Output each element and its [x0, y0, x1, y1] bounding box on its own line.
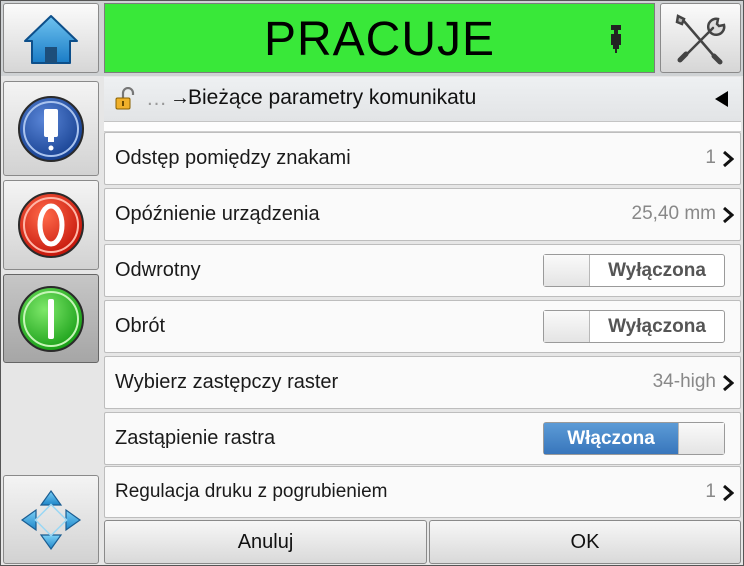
param-row-raster-override: Zastąpienie rastra Włączona — [104, 412, 741, 465]
param-value: 25,40 mm — [631, 203, 716, 224]
breadcrumb-ellipsis[interactable]: … — [146, 87, 167, 111]
breadcrumb-arrow: → — [170, 87, 190, 109]
param-row-alternate-raster[interactable]: Wybierz zastępczy raster 34-high — [104, 356, 741, 409]
ok-button[interactable]: OK — [429, 520, 741, 564]
toggle-knob — [544, 255, 590, 286]
scroll-strip — [104, 122, 741, 132]
inverse-toggle[interactable]: Wyłączona — [543, 254, 725, 287]
param-label: Regulacja druku z pogrubieniem — [115, 481, 388, 502]
param-row-character-spacing[interactable]: Odstęp pomiędzy znakami 1 — [104, 132, 741, 185]
top-bar: PRACUJE — [1, 1, 743, 76]
lock-icon — [115, 87, 135, 110]
breadcrumb: … → Bieżące parametry komunikatu — [104, 77, 741, 122]
stop-icon — [18, 192, 84, 258]
start-icon — [18, 285, 84, 352]
chevron-right-icon — [723, 484, 734, 502]
param-label: Opóźnienie urządzenia — [115, 203, 320, 225]
side-spacer — [3, 367, 99, 471]
param-label: Obrót — [115, 315, 166, 337]
tools-button[interactable] — [660, 3, 741, 73]
home-button[interactable] — [3, 3, 99, 73]
status-bar: PRACUJE — [104, 3, 655, 73]
app-window: PRACUJE … → Bieżące parametry komunikatu… — [0, 0, 744, 566]
param-row-bold-print[interactable]: Regulacja druku z pogrubieniem 1 — [104, 466, 741, 518]
chevron-right-icon — [723, 374, 734, 392]
toggle-state-label: Włączona — [567, 428, 655, 449]
tools-icon — [675, 14, 726, 65]
toggle-knob — [544, 311, 590, 342]
ink-cartridge-icon — [611, 25, 621, 53]
param-value: 1 — [705, 147, 716, 168]
param-label: Zastąpienie rastra — [115, 427, 276, 449]
param-value: 1 — [705, 481, 716, 502]
param-label: Odstęp pomiędzy znakami — [115, 147, 351, 169]
navigation-button[interactable] — [3, 475, 99, 564]
toggle-state-label: Wyłączona — [608, 316, 706, 337]
param-label: Odwrotny — [115, 259, 201, 281]
navigation-arrows-icon — [20, 489, 82, 550]
stop-button[interactable] — [3, 180, 99, 270]
param-row-device-delay[interactable]: Opóźnienie urządzenia 25,40 mm — [104, 188, 741, 241]
param-value: 34-high — [652, 371, 716, 392]
cancel-button[interactable]: Anuluj — [104, 520, 427, 564]
param-row-inverse: Odwrotny Wyłączona — [104, 244, 741, 297]
home-icon — [24, 15, 78, 64]
toggle-state-label: Wyłączona — [608, 260, 706, 281]
param-row-rotation: Obrót Wyłączona — [104, 300, 741, 353]
param-label: Wybierz zastępczy raster — [115, 371, 339, 393]
status-text: PRACUJE — [263, 13, 496, 66]
rotation-toggle[interactable]: Wyłączona — [543, 310, 725, 343]
printer-status-button[interactable] — [3, 81, 99, 176]
toggle-knob — [678, 423, 724, 454]
chevron-right-icon — [723, 150, 734, 168]
start-button[interactable] — [3, 274, 99, 363]
back-arrow-icon[interactable] — [715, 91, 729, 107]
printer-status-icon — [18, 95, 84, 162]
chevron-right-icon — [723, 206, 734, 224]
raster-override-toggle[interactable]: Włączona — [543, 422, 725, 455]
page-title: Bieżące parametry komunikatu — [188, 86, 477, 109]
